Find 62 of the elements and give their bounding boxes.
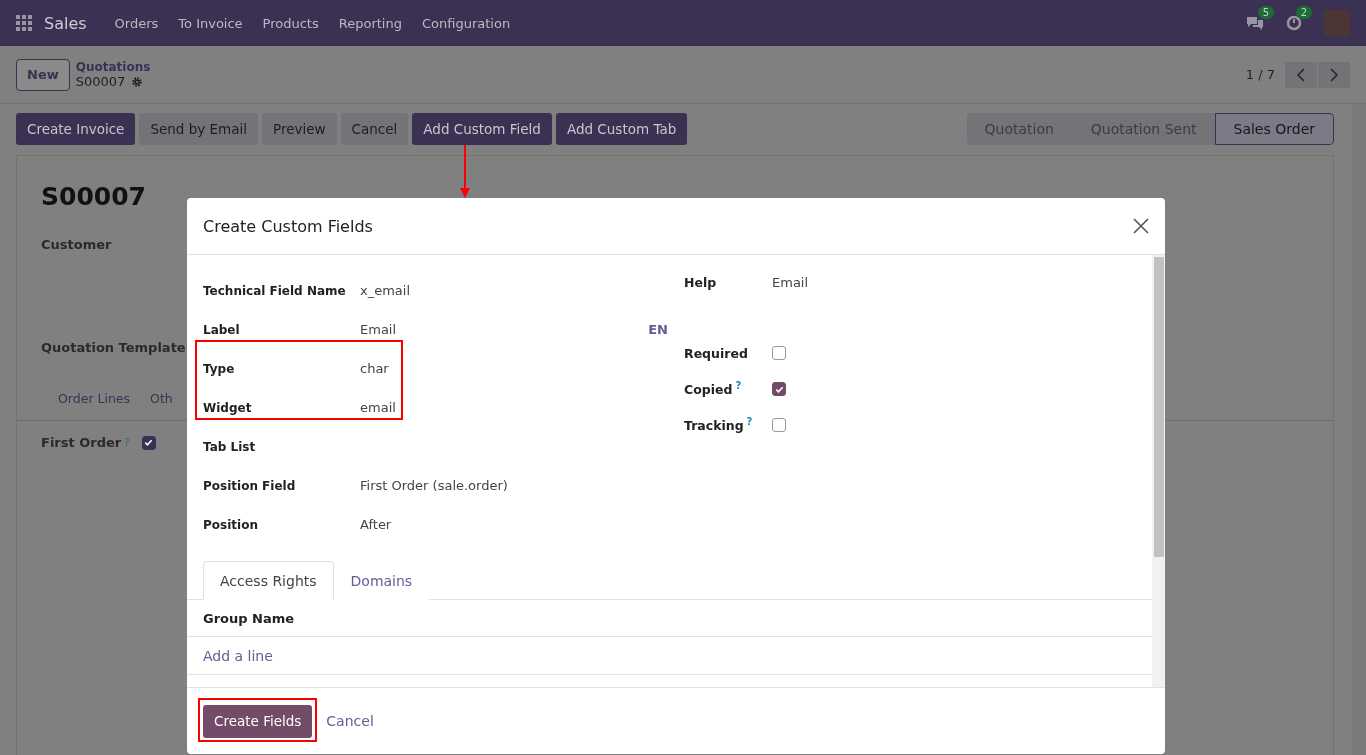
arrow bbox=[460, 145, 470, 198]
field-value[interactable]: After bbox=[360, 517, 668, 532]
chevron-left-icon bbox=[1297, 67, 1305, 82]
field-label: Tracking $^{?}$ bbox=[684, 416, 754, 434]
language-button[interactable]: EN bbox=[648, 322, 668, 337]
dialog-tab[interactable]: Access Rights bbox=[203, 561, 334, 600]
field-label: Tab List bbox=[203, 439, 257, 454]
chevron-right-icon bbox=[1330, 67, 1338, 82]
field-label: Customer bbox=[41, 237, 112, 252]
gear-icon[interactable] bbox=[131, 75, 144, 88]
menu-item[interactable]: To Invoice bbox=[168, 15, 253, 31]
action-button[interactable]: Cancel bbox=[340, 113, 409, 145]
add-line-link[interactable]: Add a line bbox=[203, 647, 273, 664]
field-value[interactable]: email bbox=[360, 400, 668, 415]
message-count: 5 bbox=[1257, 6, 1274, 19]
menu-item[interactable]: Products bbox=[252, 15, 329, 31]
activity-count: 2 bbox=[1295, 6, 1312, 19]
column-header: Group Name bbox=[203, 610, 295, 626]
field-label: Technical Field Name bbox=[203, 283, 347, 298]
field-value[interactable]: Email bbox=[772, 275, 809, 290]
dialog-title: Create Custom Fields bbox=[203, 216, 373, 236]
close-button[interactable] bbox=[1133, 218, 1149, 234]
checkbox[interactable] bbox=[772, 346, 786, 360]
field-value[interactable]: First Order (sale.order) bbox=[360, 478, 668, 493]
menu-item[interactable]: Orders bbox=[104, 15, 169, 31]
clock-icon[interactable] bbox=[1286, 15, 1302, 31]
record-name: S00007 bbox=[75, 74, 126, 89]
menu-item[interactable]: Reporting bbox=[328, 15, 412, 31]
checkbox[interactable] bbox=[772, 418, 786, 432]
record-title: S00007 bbox=[41, 182, 147, 211]
action-button[interactable]: Add Custom Field bbox=[412, 113, 552, 145]
status-stage[interactable]: Sales Order bbox=[1214, 113, 1334, 145]
new-button[interactable]: New bbox=[16, 58, 70, 91]
field-label: Label bbox=[203, 322, 241, 337]
create-fields-button[interactable]: Create Fields bbox=[203, 704, 313, 738]
action-button[interactable]: Preview bbox=[262, 113, 337, 145]
field-label: Position Field bbox=[203, 478, 297, 493]
menu-item[interactable]: Configuration bbox=[411, 15, 521, 31]
field-value[interactable]: char bbox=[360, 361, 668, 376]
chat-icon[interactable] bbox=[1246, 15, 1264, 31]
field-label: Position bbox=[203, 517, 259, 532]
field-label: Widget bbox=[203, 400, 253, 415]
field-label: Help bbox=[684, 275, 718, 290]
field-label: First Order bbox=[41, 435, 122, 450]
cancel-link[interactable]: Cancel bbox=[326, 713, 374, 729]
dialog-scrollbar[interactable] bbox=[1152, 255, 1165, 687]
action-button[interactable]: Send by Email bbox=[139, 113, 259, 145]
action-button[interactable]: Create Invoice bbox=[16, 113, 136, 145]
checkbox[interactable] bbox=[772, 382, 786, 396]
field-label: Copied $^{?}$ bbox=[684, 380, 743, 398]
apps-grid-icon[interactable] bbox=[16, 15, 32, 31]
field-label: Type bbox=[203, 361, 236, 376]
field-label: Quotation Template bbox=[41, 340, 186, 355]
field-value[interactable]: x_email bbox=[360, 283, 668, 298]
field-label: Required bbox=[684, 345, 749, 361]
app-name[interactable]: Sales bbox=[44, 13, 87, 33]
pager-value: 1 / 7 bbox=[1245, 67, 1275, 82]
next-button[interactable] bbox=[1318, 61, 1350, 88]
action-button[interactable]: Add Custom Tab bbox=[555, 113, 688, 145]
field-value[interactable]: Email bbox=[360, 322, 649, 337]
first-order-checkbox[interactable] bbox=[141, 435, 156, 450]
previous-button[interactable] bbox=[1285, 61, 1317, 88]
